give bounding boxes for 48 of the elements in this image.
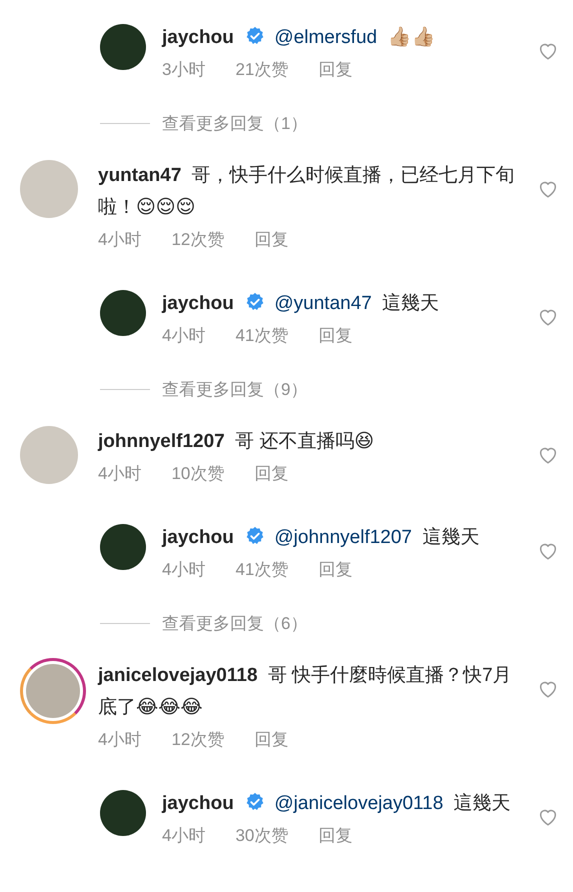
- mention-link[interactable]: @elmersfud: [274, 27, 378, 48]
- likes-count[interactable]: 10次赞: [171, 458, 224, 490]
- timestamp: 3小时: [162, 59, 206, 81]
- likes-count[interactable]: 41次赞: [235, 554, 288, 586]
- timestamp: 4小时: [98, 229, 142, 251]
- username[interactable]: jaychou: [162, 27, 234, 48]
- avatar-photo-placeholder[interactable]: [100, 24, 146, 70]
- comment-text: jaychou @elmersfud 👍🏼👍🏼: [162, 25, 436, 50]
- reply-button[interactable]: 回复: [318, 320, 352, 352]
- username[interactable]: jaychou: [162, 293, 234, 314]
- comment-text: jaychou @janicelovejay0118 這幾天: [162, 791, 512, 816]
- comment-text: jaychou @yuntan47 這幾天: [162, 291, 440, 316]
- story-ring[interactable]: [20, 658, 86, 724]
- reply-button[interactable]: 回复: [318, 54, 352, 86]
- comment-text: johnnyelf1207 哥 还不直播吗😆: [98, 430, 376, 454]
- likes-count[interactable]: 41次赞: [235, 320, 288, 352]
- username[interactable]: yuntan47: [98, 165, 182, 186]
- username[interactable]: jaychou: [162, 793, 234, 814]
- comment-text: yuntan47 哥，快手什么时候直播，已经七月下旬啦！😌😌😌: [98, 164, 516, 220]
- username[interactable]: janicelovejay0118: [98, 665, 258, 686]
- username[interactable]: jaychou: [162, 527, 234, 548]
- view-more-replies-link[interactable]: 查看更多回复（6）: [162, 612, 308, 634]
- reply-button[interactable]: 回复: [318, 820, 352, 852]
- mention-link[interactable]: @johnnyelf1207: [274, 527, 412, 548]
- avatar-photo-placeholder[interactable]: [100, 790, 146, 836]
- comment-text: jaychou @johnnyelf1207 這幾天: [162, 525, 480, 550]
- timestamp: 4小时: [162, 825, 206, 847]
- avatar-photo-placeholder[interactable]: [100, 290, 146, 336]
- view-more-replies-link[interactable]: 查看更多回复（9）: [162, 378, 308, 400]
- mention-link[interactable]: @yuntan47: [274, 293, 372, 314]
- username[interactable]: johnnyelf1207: [98, 431, 225, 452]
- timestamp: 4小时: [98, 463, 142, 485]
- timestamp: 4小时: [162, 559, 206, 581]
- reply-button[interactable]: 回复: [254, 724, 288, 756]
- mention-link[interactable]: @janicelovejay0118: [274, 793, 444, 814]
- avatar-photo-placeholder[interactable]: [100, 524, 146, 570]
- likes-count[interactable]: 30次赞: [235, 820, 288, 852]
- avatar-photo-placeholder: [26, 664, 80, 718]
- view-more-replies-link[interactable]: 查看更多回复（1）: [162, 112, 308, 134]
- reply-button[interactable]: 回复: [254, 458, 288, 490]
- likes-count[interactable]: 12次赞: [171, 224, 224, 256]
- timestamp: 4小时: [98, 729, 142, 751]
- likes-count[interactable]: 21次赞: [235, 54, 288, 86]
- reply-button[interactable]: 回复: [254, 224, 288, 256]
- reply-button[interactable]: 回复: [318, 554, 352, 586]
- timestamp: 4小时: [162, 325, 206, 347]
- comment-text: janicelovejay0118 哥 快手什麼時候直播？快7月底了😂😂😂: [98, 664, 513, 720]
- likes-count[interactable]: 12次赞: [171, 724, 224, 756]
